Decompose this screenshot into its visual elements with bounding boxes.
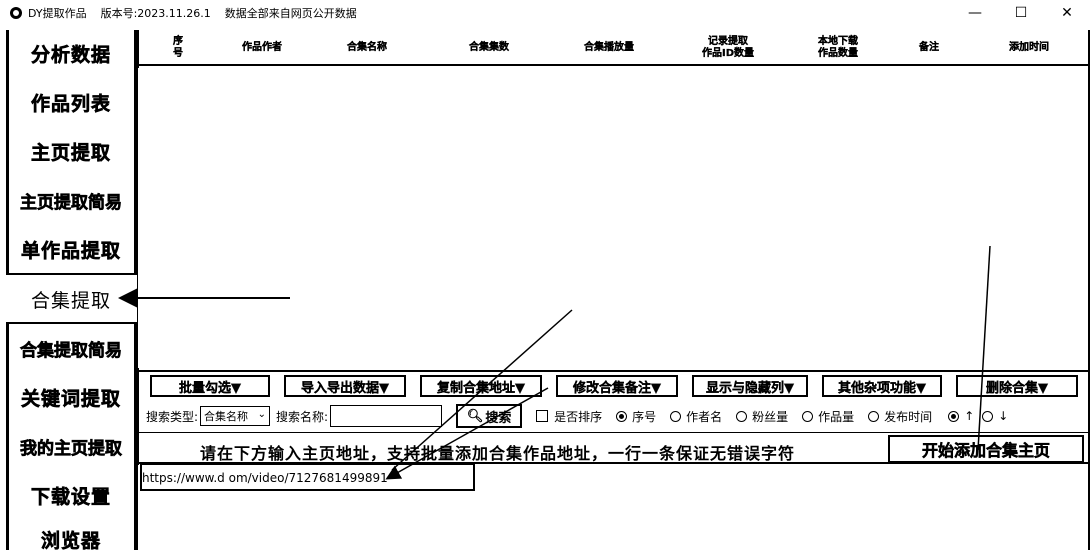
order-radio-asc[interactable] — [948, 410, 960, 422]
sidebar-item-collection-extract[interactable]: 合集提取 — [6, 276, 136, 322]
title-bar: DY提取作品 版本号:2023.11.26.1 数据全部来自网页公开数据 — ☐… — [0, 0, 1092, 26]
column-header-collection-name[interactable]: 合集名称 — [306, 32, 428, 64]
sidebar-item-works-list[interactable]: 作品列表 — [6, 79, 136, 125]
order-desc-arrow: ↓ — [998, 409, 1009, 423]
table-body[interactable] — [138, 68, 1088, 368]
table-header: 序 号 作品作者 合集名称 合集集数 合集播放量 记录提取 作品ID数量 本地下… — [138, 32, 1088, 66]
sort-checkbox[interactable] — [536, 410, 549, 422]
order-radio-desc[interactable] — [982, 410, 994, 422]
delete-collection-button[interactable]: 删除合集▼ — [956, 375, 1078, 397]
sort-radio-publish-time-label: 发布时间 — [884, 409, 933, 424]
sidebar-item-single-work-extract[interactable]: 单作品提取 — [6, 226, 136, 272]
sidebar: 分析数据 作品列表 主页提取 主页提取简易 单作品提取 合集提取 合集提取简易 … — [0, 30, 137, 550]
batch-select-button[interactable]: 批量勾选▼ — [150, 375, 270, 397]
search-button[interactable]: 🔍︎ 搜索 — [456, 404, 523, 428]
column-header-local-download-count[interactable]: 本地下载 作品数量 — [788, 32, 888, 64]
sort-radio-fans[interactable] — [736, 410, 748, 422]
instruction-text: 请在下方输入主页地址，支持批量添加合集作品地址，一行一条保证无错误字符 — [200, 444, 796, 463]
url-highlight-box — [140, 463, 475, 491]
column-header-add-time[interactable]: 添加时间 — [970, 32, 1088, 64]
sort-radio-index-label: 序号 — [632, 409, 657, 424]
sidebar-item-homepage-extract-simple[interactable]: 主页提取简易 — [6, 177, 136, 223]
sidebar-item-collection-extract-simple[interactable]: 合集提取简易 — [6, 325, 136, 371]
column-header-index[interactable]: 序 号 — [138, 32, 218, 64]
sidebar-item-keyword-extract[interactable]: 关键词提取 — [6, 374, 136, 420]
sidebar-divider — [6, 273, 137, 275]
show-hide-columns-button[interactable]: 显示与隐藏列▼ — [692, 375, 808, 397]
column-header-episode-count[interactable]: 合集集数 — [428, 32, 550, 64]
order-asc-arrow: ↑ — [964, 409, 975, 423]
edit-collection-remark-button[interactable]: 修改合集备注▼ — [556, 375, 678, 397]
sort-radio-index[interactable] — [616, 410, 628, 422]
misc-functions-button[interactable]: 其他杂项功能▼ — [822, 375, 942, 397]
start-add-collection-button[interactable]: 开始添加合集主页 — [888, 435, 1084, 463]
sort-radio-author[interactable] — [670, 410, 682, 422]
search-button-label: 搜索 — [485, 410, 512, 426]
sort-radio-works[interactable] — [802, 410, 814, 422]
search-type-select[interactable]: 合集名称 ⌄ — [200, 406, 271, 426]
app-logo-icon — [10, 7, 22, 19]
copy-collection-url-button[interactable]: 复制合集地址▼ — [420, 375, 542, 397]
column-header-recorded-id-count[interactable]: 记录提取 作品ID数量 — [668, 32, 788, 64]
sidebar-item-browser[interactable]: 浏览器 — [6, 516, 136, 550]
search-type-label: 搜索类型: — [146, 409, 199, 424]
sidebar-divider — [6, 322, 137, 324]
sort-checkbox-label: 是否排序 — [554, 409, 603, 424]
search-type-value: 合集名称 — [204, 410, 249, 423]
toolbar: 批量勾选▼ 导入导出数据▼ 复制合集地址▼ 修改合集备注▼ 显示与隐藏列▼ 其他… — [138, 370, 1088, 400]
maximize-button[interactable]: ☐ — [998, 0, 1044, 26]
minimize-button[interactable]: — — [952, 0, 998, 26]
instruction-row: 请在下方输入主页地址，支持批量添加合集作品地址，一行一条保证无错误字符 开始添加… — [138, 432, 1088, 464]
sort-radio-fans-label: 粉丝量 — [752, 409, 789, 424]
sidebar-item-homepage-extract[interactable]: 主页提取 — [6, 128, 136, 174]
search-icon: 🔍︎ — [466, 408, 484, 424]
search-name-input[interactable] — [330, 405, 443, 427]
import-export-button[interactable]: 导入导出数据▼ — [284, 375, 406, 397]
data-source-note: 数据全部来自网页公开数据 — [224, 7, 357, 20]
sort-radio-works-label: 作品量 — [818, 409, 855, 424]
panel-right-border — [1088, 30, 1090, 550]
sidebar-item-my-homepage-extract[interactable]: 我的主页提取 — [6, 423, 136, 469]
close-button[interactable]: ✕ — [1044, 0, 1090, 26]
sidebar-item-download-settings[interactable]: 下载设置 — [6, 472, 136, 518]
sort-radio-publish-time[interactable] — [868, 410, 880, 422]
sidebar-item-analysis[interactable]: 分析数据 — [6, 30, 136, 76]
chevron-down-icon: ⌄ — [257, 409, 267, 420]
app-title: DY提取作品 — [28, 7, 87, 20]
column-header-play-count[interactable]: 合集播放量 — [550, 32, 668, 64]
column-header-remark[interactable]: 备注 — [888, 32, 970, 64]
version-label: 版本号:2023.11.26.1 — [100, 7, 211, 20]
column-header-author[interactable]: 作品作者 — [218, 32, 306, 64]
search-row: 搜索类型: 合集名称 ⌄ 搜索名称: 🔍︎ 搜索 是否排序 序号 作者名 粉丝量… — [138, 402, 1088, 430]
sort-radio-author-label: 作者名 — [686, 409, 723, 424]
search-name-label: 搜索名称: — [276, 409, 329, 424]
